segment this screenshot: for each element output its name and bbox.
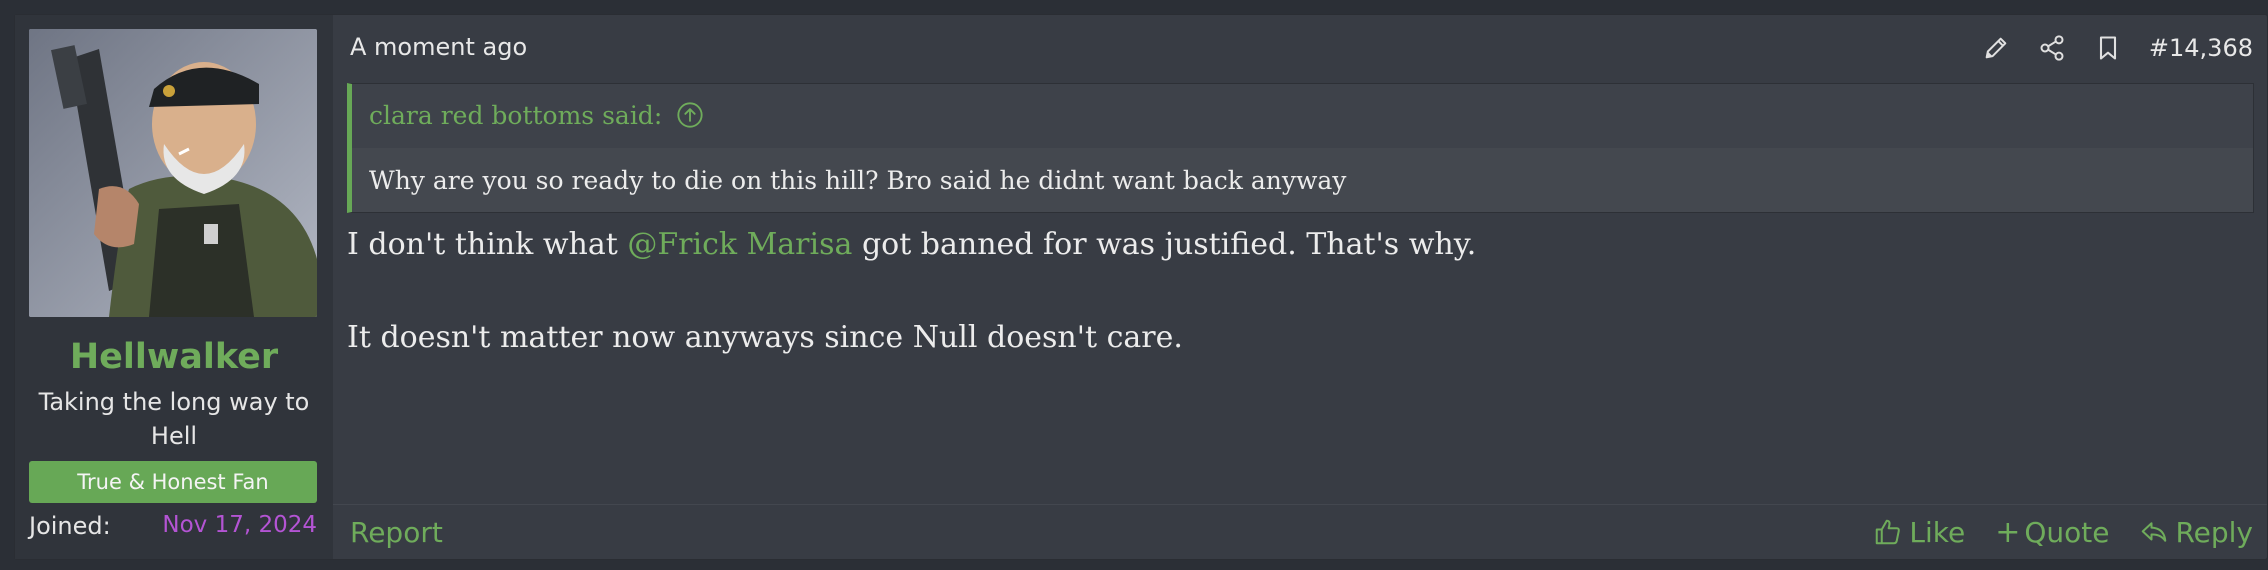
pencil-icon bbox=[1985, 37, 2007, 59]
reply-label: Reply bbox=[2175, 515, 2253, 549]
avatar[interactable] bbox=[29, 29, 317, 317]
avatar-image bbox=[29, 29, 317, 317]
footer-divider bbox=[333, 504, 2267, 505]
quote-attribution: clara red bottoms said: bbox=[369, 100, 663, 130]
joined-date: Nov 17, 2024 bbox=[162, 512, 317, 538]
username[interactable]: Hellwalker bbox=[15, 337, 333, 377]
user-mention-link[interactable]: @Frick Marisa bbox=[627, 227, 852, 262]
body-text-before-mention: I don't think what bbox=[347, 227, 628, 262]
thumbs-up-icon bbox=[1876, 519, 1901, 545]
like-label: Like bbox=[1909, 515, 1966, 549]
bookmark-icon bbox=[2099, 36, 2116, 60]
post-user-cell: Hellwalker Taking the long way to Hell T… bbox=[15, 15, 333, 559]
share-icon bbox=[2040, 35, 2064, 61]
post-body-line-1: I don't think what @Frick Marisa got ban… bbox=[347, 227, 1476, 262]
reply-arrow-icon bbox=[2142, 522, 2167, 542]
share-button[interactable] bbox=[2035, 31, 2069, 65]
quote-block: clara red bottoms said: Why are you so r… bbox=[347, 83, 2254, 213]
like-button[interactable]: Like bbox=[1873, 516, 1965, 549]
post-body-line-2: It doesn't matter now anyways since Null… bbox=[347, 320, 1183, 355]
quote-content: Why are you so ready to die on this hill… bbox=[352, 148, 2253, 212]
post-header-actions: #14,368 bbox=[1957, 31, 2253, 65]
joined-label: Joined: bbox=[29, 512, 111, 540]
circle-arrow-up-icon bbox=[677, 102, 703, 128]
report-link[interactable]: Report bbox=[350, 516, 443, 549]
plus-icon: + bbox=[1995, 514, 2021, 550]
post-number-link[interactable]: #14,368 bbox=[2149, 34, 2253, 62]
post-footer-actions: Like + Quote Reply bbox=[1843, 512, 2253, 552]
forum-post: Hellwalker Taking the long way to Hell T… bbox=[14, 14, 2268, 560]
quote-button[interactable]: + Quote bbox=[1995, 515, 2109, 550]
quote-attribution-link[interactable]: clara red bottoms said: bbox=[352, 84, 2253, 146]
post-date[interactable]: A moment ago bbox=[350, 33, 527, 61]
reply-button[interactable]: Reply bbox=[2139, 516, 2253, 549]
body-text-after-mention: got banned for was justified. That's why… bbox=[852, 227, 1477, 262]
user-banner: True & Honest Fan bbox=[29, 461, 317, 503]
quote-label: Quote bbox=[2024, 515, 2110, 549]
user-title: Taking the long way to Hell bbox=[38, 388, 310, 450]
bookmark-button[interactable] bbox=[2091, 31, 2125, 65]
edit-button[interactable] bbox=[1979, 31, 2013, 65]
post-main-cell: A moment ago #14,368 clara red bottoms s… bbox=[333, 15, 2267, 559]
